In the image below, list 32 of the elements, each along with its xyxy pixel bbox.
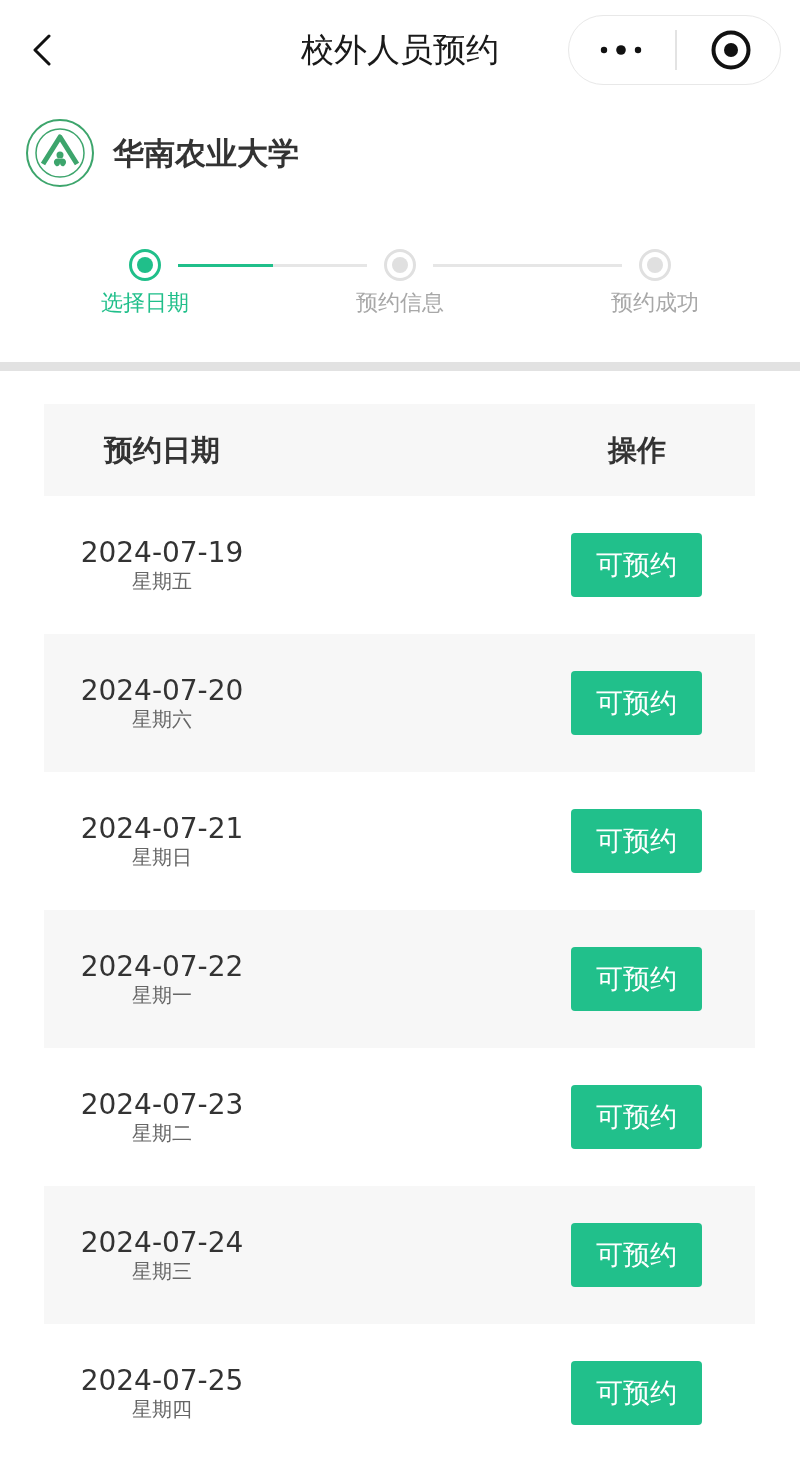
book-button[interactable]: 可预约 <box>571 947 702 1011</box>
logo-icon <box>26 119 94 187</box>
weekday-text: 星期五 <box>132 569 192 593</box>
step-label: 预约成功 <box>611 289 699 317</box>
weekday-text: 星期二 <box>132 1121 192 1145</box>
book-button[interactable]: 可预约 <box>571 1085 702 1149</box>
date-text: 2024-07-20 <box>80 675 244 707</box>
weekday-text: 星期三 <box>132 1259 192 1283</box>
weekday-text: 星期一 <box>132 983 192 1007</box>
date-text: 2024-07-23 <box>80 1089 244 1121</box>
back-icon[interactable] <box>32 34 52 66</box>
step-label: 选择日期 <box>101 289 189 317</box>
weekday-text: 星期六 <box>132 707 192 731</box>
book-button[interactable]: 可预约 <box>571 1223 702 1287</box>
date-text: 2024-07-19 <box>80 537 244 569</box>
weekday-text: 星期四 <box>132 1397 192 1421</box>
date-text: 2024-07-22 <box>80 951 244 983</box>
date-text: 2024-07-21 <box>80 813 244 845</box>
book-button[interactable]: 可预约 <box>571 533 702 597</box>
book-button[interactable]: 可预约 <box>571 809 702 873</box>
weekday-text: 星期日 <box>132 845 192 869</box>
step-label: 预约信息 <box>356 289 444 317</box>
column-header: 预约日期 <box>104 432 220 468</box>
column-header: 操作 <box>607 432 666 468</box>
more-icon[interactable] <box>600 45 642 55</box>
book-button[interactable]: 可预约 <box>571 671 702 735</box>
page-title: 校外人员预约 <box>301 30 499 70</box>
date-text: 2024-07-24 <box>80 1227 244 1259</box>
school-name: 华南农业大学 <box>113 134 299 173</box>
date-text: 2024-07-25 <box>80 1365 244 1397</box>
book-button[interactable]: 可预约 <box>571 1361 702 1425</box>
circle-dot-icon[interactable] <box>710 30 751 70</box>
